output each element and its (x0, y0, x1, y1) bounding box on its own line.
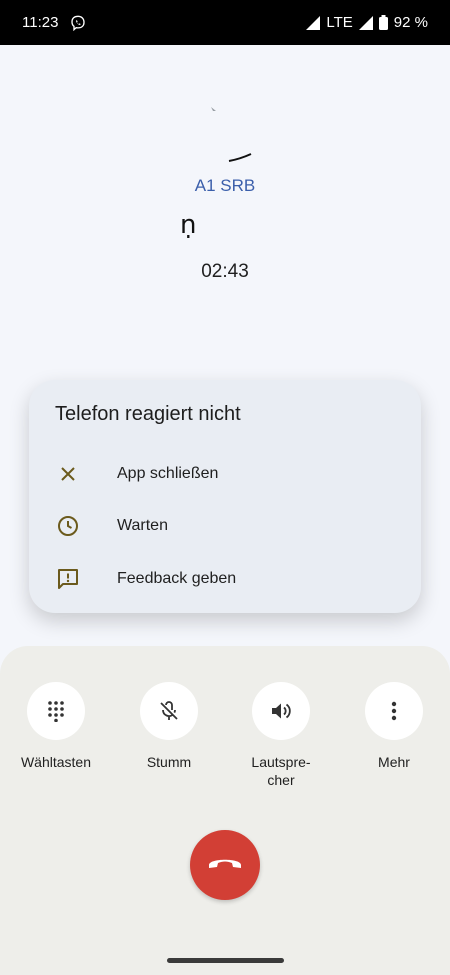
end-call-icon (207, 855, 243, 876)
wifi-signal-icon (306, 15, 321, 30)
viber-icon (70, 15, 86, 31)
more-vert-icon (365, 682, 423, 740)
clock-icon (55, 513, 81, 539)
mic-off-icon (140, 682, 198, 740)
close-app-label: App schließen (117, 465, 219, 482)
cell-signal-icon (358, 15, 373, 30)
app-not-responding-dialog: Telefon reagiert nicht App schließen War… (29, 380, 421, 613)
mute-button[interactable]: Stumm (124, 682, 214, 771)
dialpad-label: Wähltasten (20, 754, 92, 770)
navigation-handle[interactable] (167, 958, 284, 963)
wait-label: Warten (117, 517, 168, 534)
battery-percent: 92 % (393, 14, 428, 31)
status-bar: 11:23 LTE 92 % (0, 0, 450, 45)
network-type: LTE (326, 14, 353, 31)
dialpad-button[interactable]: Wähltasten (11, 682, 101, 771)
glitch-stroke (228, 153, 252, 162)
speaker-label: Lautspre- cher (251, 754, 311, 788)
close-app-option[interactable]: App schließen (29, 450, 421, 498)
call-controls-panel: Wähltasten Stumm Lautspre- cher Mehr (0, 646, 450, 975)
feedback-icon (55, 566, 81, 592)
caller-glyph: ṇ (180, 210, 197, 240)
status-icons: LTE 92 % (306, 14, 428, 31)
more-button[interactable]: Mehr (349, 682, 439, 771)
status-time: 11:23 (22, 14, 59, 31)
more-label: Mehr (378, 754, 410, 770)
close-icon (55, 461, 81, 487)
speaker-button[interactable]: Lautspre- cher (236, 682, 326, 789)
battery-icon (378, 15, 388, 30)
speaker-icon (252, 682, 310, 740)
carrier-name: A1 SRB (194, 176, 256, 195)
call-timer: 02:43 (201, 261, 249, 282)
mute-label: Stumm (146, 754, 192, 770)
feedback-label: Feedback geben (117, 570, 237, 587)
dialpad-icon (27, 682, 85, 740)
glitch-artifact (211, 107, 216, 111)
wait-option[interactable]: Warten (29, 502, 421, 550)
end-call-button[interactable] (190, 830, 260, 900)
dialog-title: Telefon reagiert nicht (55, 403, 241, 425)
feedback-option[interactable]: Feedback geben (29, 555, 421, 603)
